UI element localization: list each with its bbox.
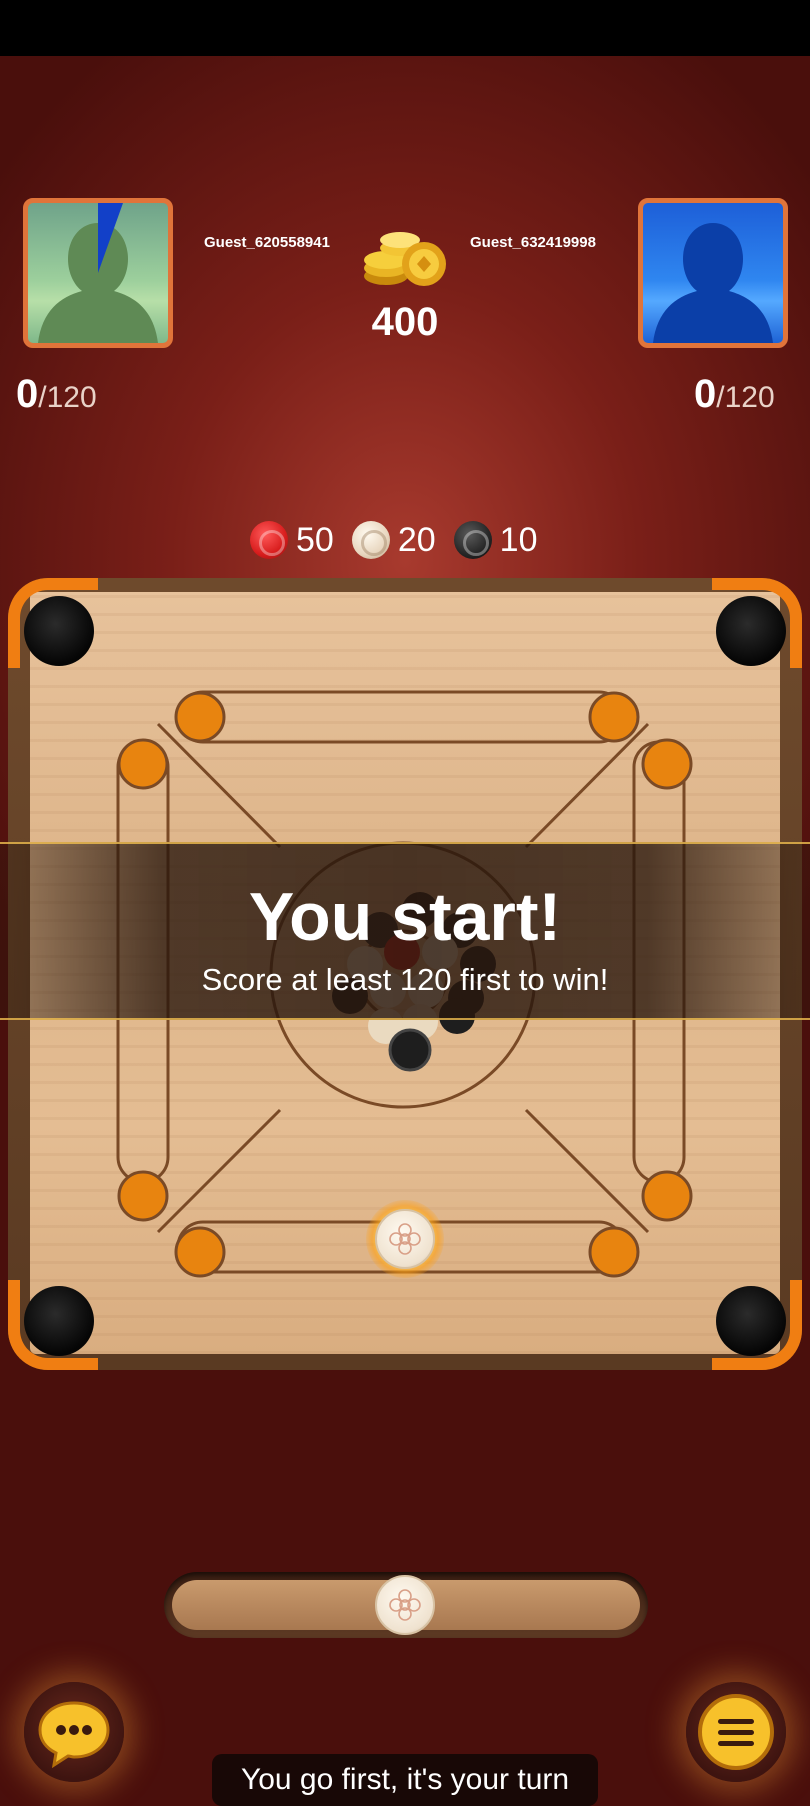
- left-score-max: /120: [38, 381, 97, 414]
- turn-toast: You go first, it's your turn: [212, 1754, 598, 1806]
- pot-amount: 400: [371, 300, 439, 344]
- gold-coins-icon: [364, 232, 446, 286]
- pocket-top-right: [716, 596, 786, 666]
- pocket-bottom-left: [24, 1286, 94, 1356]
- flower-emblem-icon: [389, 1589, 421, 1621]
- banner-title: You start!: [248, 879, 562, 955]
- menu-button[interactable]: [686, 1682, 786, 1782]
- chat-bubble-icon: [38, 1701, 110, 1769]
- person-silhouette-icon: [653, 223, 773, 343]
- slider-striker-handle[interactable]: [375, 1575, 435, 1635]
- red-coin-icon: [250, 521, 288, 559]
- pocket-bottom-right: [716, 1286, 786, 1356]
- status-bar: [0, 0, 810, 56]
- banner-subtitle: Score at least 120 first to win!: [201, 962, 609, 997]
- hamburger-menu-icon: [698, 1694, 774, 1770]
- right-score-value: 0: [694, 372, 717, 416]
- left-player-score: 0/120: [16, 372, 97, 417]
- red-coin-value: 50: [296, 520, 334, 559]
- left-player-avatar: [23, 198, 173, 348]
- left-player-name: Guest_620558941: [204, 234, 330, 251]
- right-player-avatar: [638, 198, 788, 348]
- right-player-name: Guest_632419998: [470, 234, 596, 251]
- pocket-top-left: [24, 596, 94, 666]
- white-coin-value: 20: [397, 520, 436, 559]
- chat-button[interactable]: [24, 1682, 124, 1782]
- flower-emblem-icon: [389, 1223, 421, 1255]
- black-coin-icon: [453, 521, 492, 559]
- white-coin-icon: [351, 521, 390, 559]
- turn-timer-indicator: [98, 203, 123, 273]
- right-player-score: 0/120: [694, 372, 775, 417]
- black-coin-value: 10: [499, 520, 538, 559]
- right-score-max: /120: [716, 381, 775, 414]
- striker-on-board[interactable]: [375, 1209, 435, 1269]
- coin-values-legend: 50 20 10: [250, 518, 547, 562]
- left-score-value: 0: [16, 372, 39, 416]
